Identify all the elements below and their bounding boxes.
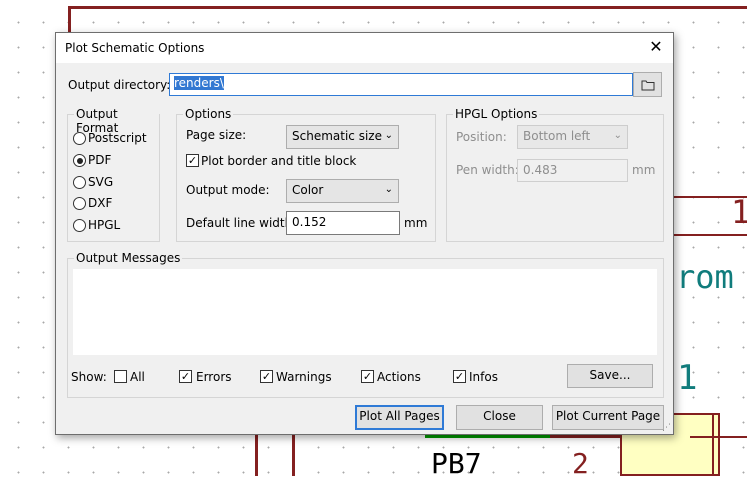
pen-width-input[interactable]: 0.483 [517,159,628,182]
chevron-down-icon: ⌄ [384,130,393,141]
pen-width-label: Pen width: [456,163,519,177]
page-size-select[interactable]: Schematic size ⌄ [286,125,399,149]
title-block-line [674,234,747,236]
radio-postscript-label: Postscript [88,131,147,145]
filter-actions-label: Actions [377,370,421,384]
plot-border-label: Plot border and title block [201,154,357,168]
schematic-text-2: 2 [572,447,589,480]
folder-icon [641,80,654,91]
radio-hpgl[interactable] [73,219,86,232]
output-mode-value: Color [292,183,324,197]
options-title: Options [183,107,234,121]
plot-border-checkbox[interactable]: ✓ [186,154,199,167]
close-icon[interactable]: ✕ [647,38,665,56]
output-mode-label: Output mode: [186,183,270,197]
hpgl-position-select[interactable]: Bottom left ⌄ [517,125,628,149]
output-mode-select[interactable]: Color ⌄ [286,179,399,203]
wire-segment [292,435,295,476]
hpgl-position-label: Position: [456,130,507,144]
filter-actions-checkbox[interactable]: ✓ [361,370,374,383]
filter-errors-label: Errors [196,370,232,384]
wire-segment [255,435,258,476]
page-size-value: Schematic size [292,129,382,143]
radio-svg-label: SVG [88,175,114,189]
radio-svg[interactable] [73,176,86,189]
hpgl-options-title: HPGL Options [453,107,540,121]
radio-dxf-label: DXF [88,196,113,210]
schematic-text-rom: rom [676,258,734,296]
filter-warnings-label: Warnings [276,370,332,384]
pin-line [712,413,714,476]
output-directory-value: renders\ [174,76,224,90]
radio-dxf[interactable] [73,197,86,210]
line-width-label: Default line width: [186,216,297,230]
page-size-label: Page size: [186,128,247,142]
red-wire [550,435,620,438]
output-directory-label: Output directory: [68,78,171,92]
plot-current-page-button[interactable]: Plot Current Page [552,405,664,430]
chevron-down-icon: ⌄ [613,130,622,141]
dialog-titlebar[interactable]: Plot Schematic Options ✕ [56,33,673,63]
plot-all-pages-button[interactable]: Plot All Pages [355,405,444,430]
schematic-text-pb7: PB7 [431,447,482,480]
green-wire [425,435,550,438]
save-messages-button[interactable]: Save... [567,364,653,388]
radio-postscript[interactable] [73,132,86,145]
filter-warnings-checkbox[interactable]: ✓ [260,370,273,383]
schematic-text-1: 1 [731,193,747,231]
show-label: Show: [71,370,107,384]
pen-width-unit: mm [632,163,656,177]
resize-grip-icon[interactable]: ⋰ [662,423,671,433]
hpgl-position-value: Bottom left [523,129,591,143]
plot-schematic-dialog: Plot Schematic Options ✕ Output director… [55,32,674,435]
pin-line [690,436,747,438]
line-width-value: 0.152 [292,215,327,229]
schematic-text-teal-1: 1 [677,358,698,398]
filter-infos-label: Infos [469,370,498,384]
chevron-down-icon: ⌄ [384,184,393,195]
dialog-title: Plot Schematic Options [65,41,205,55]
browse-folder-button[interactable] [633,72,662,97]
filter-all-label: All [130,370,145,384]
radio-hpgl-label: HPGL [88,218,121,232]
output-messages-area[interactable] [73,269,657,355]
output-messages-title: Output Messages [74,251,183,265]
pen-width-value: 0.483 [523,163,558,177]
output-directory-input[interactable]: renders\ [169,73,633,96]
filter-all-checkbox[interactable] [114,370,127,383]
line-width-input[interactable]: 0.152 [286,211,400,235]
radio-pdf-label: PDF [88,153,112,167]
filter-infos-checkbox[interactable]: ✓ [453,370,466,383]
line-width-unit: mm [404,216,428,230]
filter-errors-checkbox[interactable]: ✓ [179,370,192,383]
sheet-border-top [68,6,747,9]
radio-pdf[interactable] [73,154,86,167]
close-button[interactable]: Close [456,405,543,430]
